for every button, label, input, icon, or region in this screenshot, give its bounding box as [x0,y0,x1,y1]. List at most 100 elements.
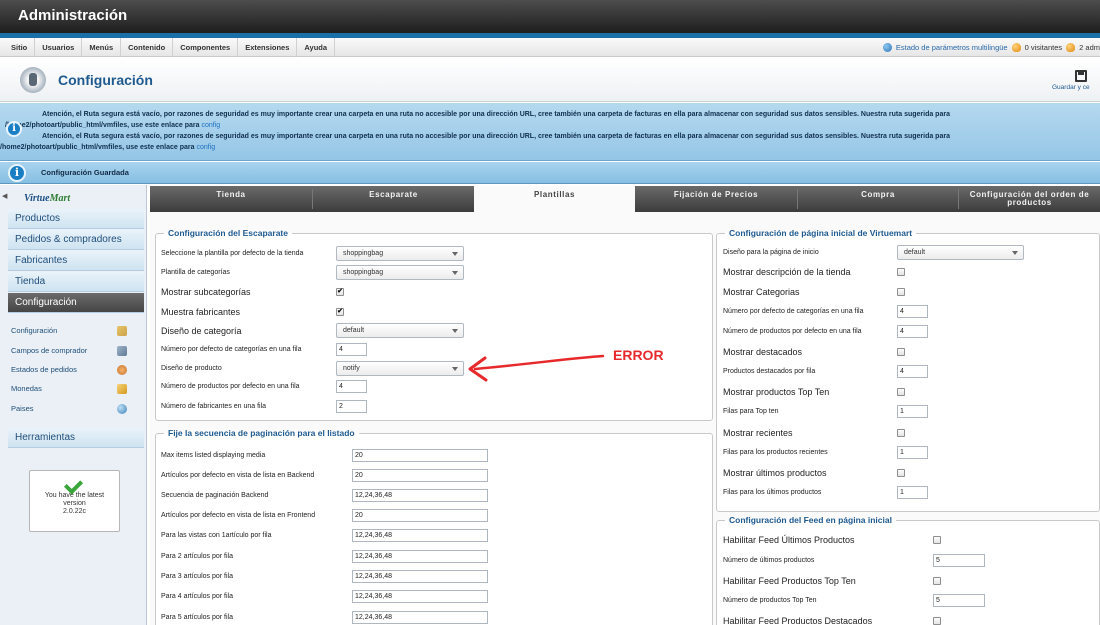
warning-config-link-2[interactable]: config [196,144,215,151]
version-box: You have the latest version 2.0.22c [29,470,120,532]
pagination-input[interactable]: 12,24,36,48 [352,570,488,583]
storefront-label: Número de productos por defecto en una f… [161,383,300,390]
tab-escaparate[interactable]: Escaparate [313,186,474,212]
homepage-label: Filas para Top ten [723,408,779,415]
recent-rows-input[interactable]: 1 [897,446,928,459]
sidebar-item-tienda[interactable]: Tienda [8,272,144,292]
manufacturers-per-row-input[interactable]: 2 [336,400,367,413]
page-title: Configuración [58,72,153,88]
show-store-description-checkbox[interactable] [897,268,905,276]
multilang-status-link[interactable]: Estado de parámetros multilingüe [896,38,1008,57]
menu-componentes[interactable]: Componentes [173,38,239,57]
storefront-label: Seleccione la plantilla por defecto de l… [161,250,304,257]
tab-orden-productos[interactable]: Configuración del orden de productos [959,186,1100,212]
homepage-categories-per-row-input[interactable]: 4 [897,305,928,318]
sidebar-sub-paises[interactable]: Paises [11,400,127,418]
homepage-layout-select[interactable]: default [897,245,1024,260]
topten-rows-input[interactable]: 1 [897,405,928,418]
homepage-label: Número de productos por defecto en una f… [723,328,862,335]
feed-topten-checkbox[interactable] [933,577,941,585]
tab-compra[interactable]: Compra [798,186,958,212]
homepage-row: Mostrar productos Top Ten [723,384,1033,400]
show-recent-checkbox[interactable] [897,429,905,437]
pagination-input[interactable]: 12,24,36,48 [352,611,488,624]
sidebar-sub-estados[interactable]: Estados de pedidos [11,361,127,379]
form-fields-icon [117,346,127,356]
menu-ayuda[interactable]: Ayuda [297,38,336,57]
storefront-row: Muestra fabricantes ✔ [161,304,471,320]
tab-plantillas[interactable]: Plantillas [474,186,635,213]
sidebar-sub-configuracion[interactable]: Configuración [11,322,127,340]
show-manufacturers-checkbox[interactable]: ✔ [336,308,344,316]
menu-contenido[interactable]: Contenido [121,38,174,57]
pagination-input[interactable]: 20 [352,449,488,462]
tab-tienda[interactable]: Tienda [150,186,312,212]
categories-per-row-input[interactable]: 4 [336,343,367,356]
homepage-label: Mostrar Categorias [723,287,800,297]
feed-topten-count-input[interactable]: 5 [933,594,985,607]
pagination-label: Para 4 artículos por fila [161,593,233,600]
show-subcategories-checkbox[interactable]: ✔ [336,288,344,296]
homepage-label: Mostrar últimos productos [723,468,827,478]
homepage-products-per-row-input[interactable]: 4 [897,325,928,338]
shop-template-value: shoppingbag [343,250,384,257]
menu-sitio[interactable]: Sitio [4,38,36,57]
menu-menus[interactable]: Menús [82,38,122,57]
pagination-input[interactable]: 12,24,36,48 [352,550,488,563]
products-per-row-input[interactable]: 4 [336,380,367,393]
visitors-count: 0 visitantes [1024,43,1063,52]
show-topten-checkbox[interactable] [897,388,905,396]
menu-usuarios[interactable]: Usuarios [35,38,83,57]
homepage-row: Mostrar recientes [723,425,1033,441]
featured-per-row-input[interactable]: 4 [897,365,928,378]
product-layout-select[interactable]: notify [336,361,464,376]
sidebar-sub-monedas[interactable]: Monedas [11,380,127,398]
pagination-input[interactable]: 12,24,36,48 [352,529,488,542]
storefront-row: Mostrar subcategorías ✔ [161,284,471,300]
storefront-legend: Configuración del Escaparate [168,228,288,238]
sidebar-sub-campos[interactable]: Campos de comprador [11,342,127,360]
version-number: 2.0.22c [63,508,86,515]
latest-rows-input[interactable]: 1 [897,486,928,499]
menu-extensiones[interactable]: Extensiones [238,38,298,57]
pagination-input[interactable]: 12,24,36,48 [352,489,488,502]
feed-latest-checkbox[interactable] [933,536,941,544]
pagination-label: Artículos por defecto en vista de lista … [161,472,315,479]
show-categories-checkbox[interactable] [897,288,905,296]
sidebar-item-configuracion[interactable]: Configuración [8,293,144,313]
product-layout-value: notify [343,365,360,372]
pagination-input[interactable]: 12,24,36,48 [352,590,488,603]
category-template-select[interactable]: shoppingbag [336,265,464,280]
homepage-label: Número por defecto de categorías en una … [723,308,864,315]
feed-latest-count-input[interactable]: 5 [933,554,985,567]
pagination-row: Para las vistas con 1artículo por fila 1… [161,528,491,544]
homepage-row: Número de productos por defecto en una f… [723,324,1033,340]
homepage-layout-value: default [904,249,926,256]
sidebar-item-herramientas[interactable]: Herramientas [8,428,144,448]
collapse-sidebar-icon[interactable]: ◀ [2,192,7,200]
warning-path-2: /home2/photoart/public_html/vmfiles, use… [0,144,215,151]
show-featured-checkbox[interactable] [897,348,905,356]
homepage-label: Mostrar destacados [723,347,803,357]
chevron-down-icon [452,271,458,275]
pagination-label: Artículos por defecto en vista de lista … [161,512,316,519]
pagination-input[interactable]: 20 [352,509,488,522]
warning-config-link-1[interactable]: config [201,122,220,129]
homepage-row: Filas para Top ten 1 [723,404,1033,420]
homepage-label: Mostrar descripción de la tienda [723,267,851,277]
homepage-row: Filas para los productos recientes 1 [723,445,1033,461]
sidebar-item-pedidos[interactable]: Pedidos & compradores [8,230,144,250]
version-text: You have the latest version 2.0.22c [30,492,119,516]
category-layout-select[interactable]: default [336,323,464,338]
save-close-button[interactable]: Guardar y ce [1052,70,1100,91]
show-latest-checkbox[interactable] [897,469,905,477]
shop-template-select[interactable]: shoppingbag [336,246,464,261]
tools-icon [117,326,127,336]
tab-precios[interactable]: Fijación de Precios [635,186,797,212]
saved-message: Configuración Guardada [41,168,129,177]
storefront-row: Diseño de categoría default [161,323,471,339]
feed-featured-checkbox[interactable] [933,617,941,625]
sidebar-item-productos[interactable]: Productos [8,209,144,229]
sidebar-item-fabricantes[interactable]: Fabricantes [8,251,144,271]
pagination-input[interactable]: 20 [352,469,488,482]
